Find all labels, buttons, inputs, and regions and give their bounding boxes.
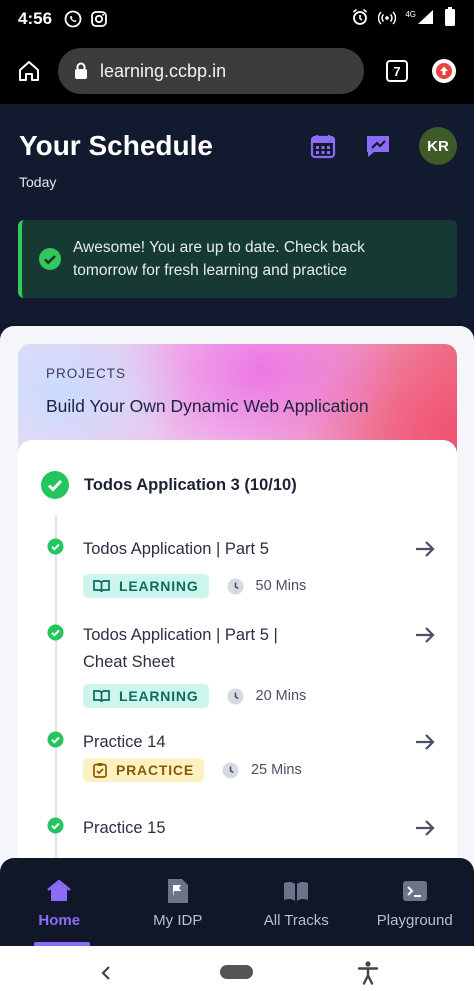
badge-label: LEARNING [119,688,199,704]
url-text: learning.ccbp.in [100,60,227,81]
item-meta: PRACTICE 25 Mins [83,758,302,782]
instagram-icon [90,10,108,28]
project-card: PROJECTS Build Your Own Dynamic Web Appl… [18,344,457,904]
item-meta: LEARNING 20 Mins [83,684,306,708]
feedback-button[interactable] [364,132,392,160]
item-title: Todos Application | Part 5 [83,540,269,558]
alarm-icon [351,8,369,31]
open-book-icon [283,878,309,904]
system-home-button[interactable] [220,965,253,979]
clock-icon [227,578,244,594]
item-title: Todos Application | Part 5 | Cheat Sheet [83,626,278,671]
arrow-right-icon [416,627,435,643]
page-title: Your Schedule [19,130,213,161]
accessibility-icon [357,961,379,985]
schedule-sheet: PROJECTS Build Your Own Dynamic Web Appl… [0,326,474,904]
status-time: 4:56 [18,9,53,28]
arrow-right-icon [416,734,435,750]
module-card: Todos Application 3 (10/10) Todos Applic… [18,440,457,904]
bottom-navigation: Home My IDP All Tracks Playground [0,858,474,946]
home-icon [46,878,72,904]
house-icon [19,61,39,81]
nav-my-idp[interactable]: My IDP [119,858,238,946]
learning-badge: LEARNING [83,574,209,598]
item-meta: LEARNING 50 Mins [83,574,306,598]
accessibility-button[interactable] [356,960,380,986]
badge-label: PRACTICE [116,762,194,778]
arrow-right-icon [416,541,435,557]
nav-playground[interactable]: Playground [356,858,474,946]
nav-label: Playground [376,912,453,929]
address-bar[interactable]: learning.ccbp.in [58,48,364,94]
item-title: Practice 14 [83,733,166,751]
tab-switcher-button[interactable]: 7 [386,60,408,82]
nav-label: My IDP [153,912,203,929]
nav-label: All Tracks [263,912,329,929]
module-header[interactable]: Todos Application 3 (10/10) [40,470,297,500]
upload-arrow-icon [436,63,452,79]
up-to-date-alert: Awesome! You are up to date. Check back … [18,220,457,298]
nav-label: Home [38,912,81,929]
whatsapp-icon [64,10,82,28]
completed-check-icon [47,817,64,834]
check-circle-icon [39,248,61,270]
module-title: Todos Application 3 (10/10) [84,475,297,494]
clipboard-check-icon [93,762,107,778]
item-duration: 25 Mins [250,762,302,778]
browser-toolbar: learning.ccbp.in 7 [0,38,474,104]
page-header: Your Schedule Today KR Awesome! You are … [0,104,474,324]
completed-check-icon [47,624,64,641]
book-icon [93,579,110,593]
terminal-icon [402,878,428,904]
module-complete-icon [41,471,69,499]
lock-icon [74,62,88,80]
item-duration: 50 Mins [255,578,307,594]
learning-badge: LEARNING [83,684,209,708]
nav-home[interactable]: Home [0,858,119,946]
page-subtitle: Today [19,174,57,190]
alert-message: Awesome! You are up to date. Check back … [73,239,365,279]
status-right: 4G [351,6,456,32]
clock-icon [222,762,239,778]
calendar-icon [310,135,336,159]
arrow-right-icon [416,820,435,836]
book-icon [93,689,110,703]
app-screen: 4:56 4G learning.ccbp.in 7 Your Schedule… [0,0,474,1000]
badge-label: LEARNING [119,578,199,594]
signal-icon [417,8,435,31]
browser-home-button[interactable] [14,56,44,86]
avatar[interactable]: KR [419,127,457,165]
hotspot-icon [378,8,397,31]
nav-all-tracks[interactable]: All Tracks [237,858,356,946]
chevron-left-icon [101,966,110,980]
network-label: 4G [405,9,416,19]
chat-feedback-icon [367,136,389,157]
battery-icon [444,6,456,32]
practice-badge: PRACTICE [83,758,204,782]
system-back-button[interactable] [96,962,116,984]
project-title[interactable]: Build Your Own Dynamic Web Application [46,396,369,417]
timeline-line [55,515,57,895]
clock-icon [227,688,244,704]
flag-document-icon [165,878,191,904]
project-category-label: PROJECTS [46,366,127,381]
item-duration: 20 Mins [255,688,307,704]
browser-update-button[interactable] [432,59,456,83]
item-title: Practice 15 [83,819,166,837]
status-bar: 4:56 4G [0,0,474,38]
completed-check-icon [47,538,64,555]
completed-check-icon [47,731,64,748]
system-navigation-bar [0,946,474,1000]
calendar-button[interactable] [310,133,336,159]
